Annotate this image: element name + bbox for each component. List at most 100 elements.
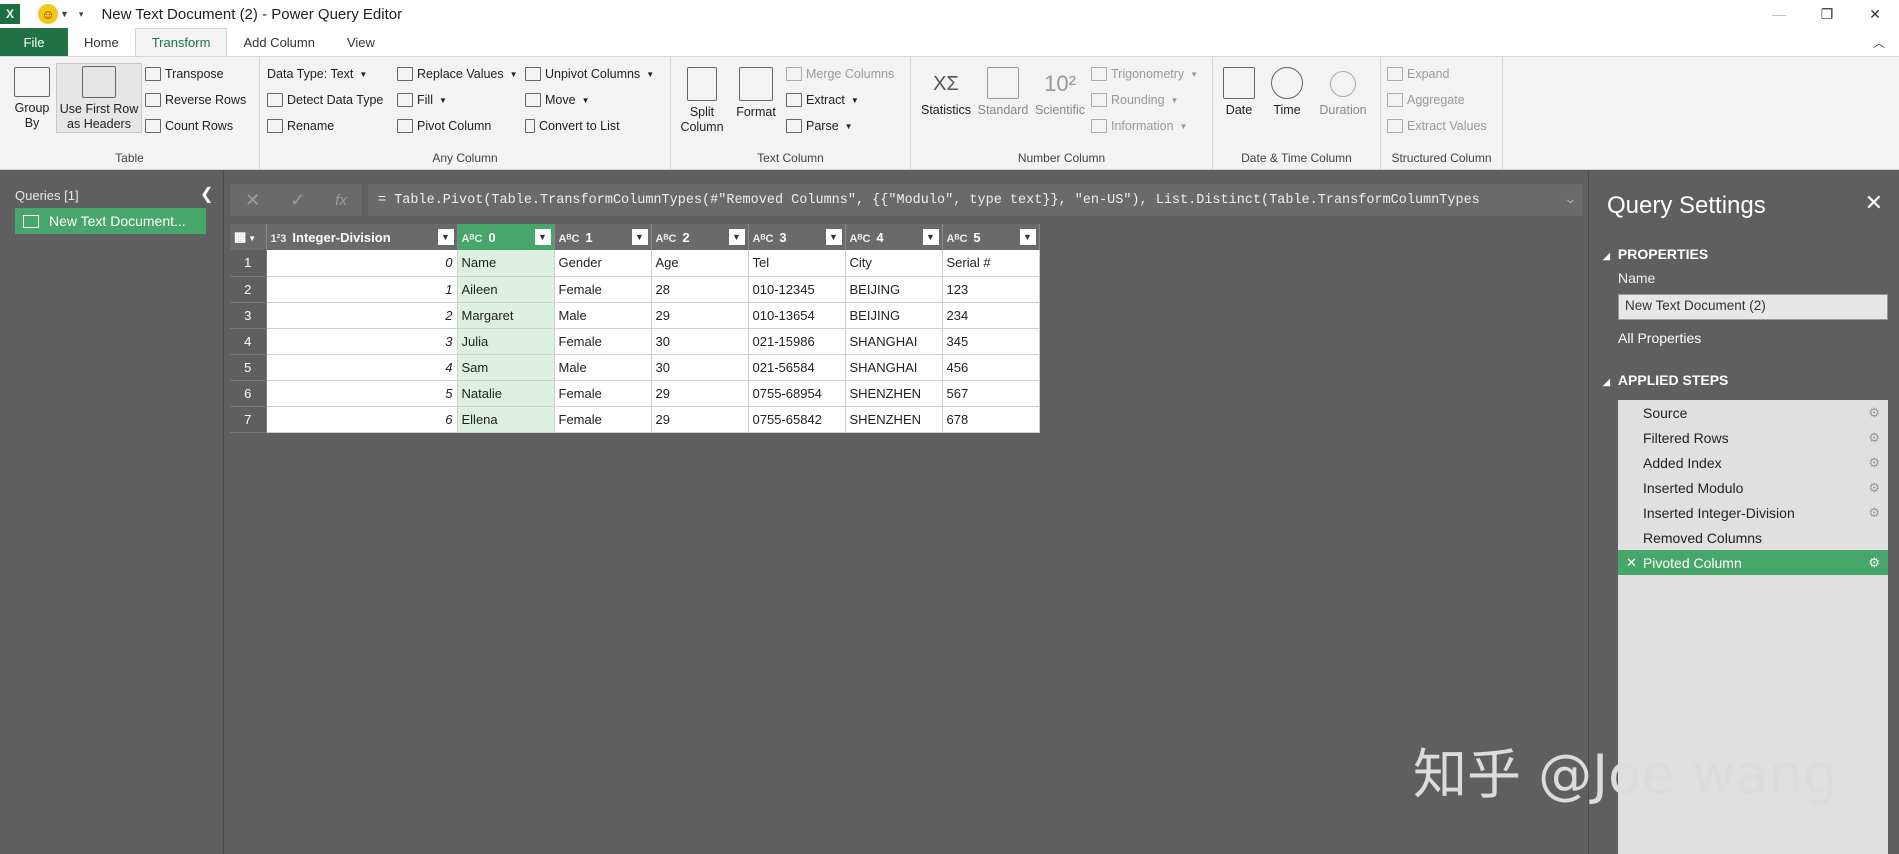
table-cell[interactable]: Serial # (942, 250, 1040, 277)
table-cell[interactable]: 1 (266, 276, 458, 303)
step-item[interactable]: Source ⚙ (1618, 400, 1888, 425)
tab-view[interactable]: View (331, 28, 391, 56)
merge-columns-button[interactable]: Merge Columns (786, 67, 894, 81)
tab-file[interactable]: File (0, 28, 68, 56)
filter-dropdown-icon[interactable]: ▼ (437, 229, 454, 245)
column-header-0[interactable]: AᴮC 0 ▼ (457, 224, 555, 250)
table-cell[interactable]: 123 (942, 276, 1040, 303)
table-cell[interactable]: 30 (651, 328, 749, 355)
table-cell[interactable]: Male (554, 302, 652, 329)
duration-button[interactable]: Duration (1313, 67, 1373, 118)
close-icon[interactable]: ✕ (1865, 190, 1883, 216)
table-cell[interactable]: 2 (266, 302, 458, 329)
gear-icon[interactable]: ⚙ (1868, 455, 1880, 471)
text-type-icon[interactable]: AᴮC (753, 233, 774, 245)
use-first-row-button[interactable]: Use First Row as Headers (56, 63, 142, 133)
text-type-icon[interactable]: AᴮC (462, 233, 483, 245)
query-item[interactable]: New Text Document... (15, 208, 206, 234)
information-button[interactable]: Information ▼ (1091, 119, 1187, 133)
table-cell[interactable]: Female (554, 276, 652, 303)
table-cell[interactable]: 010-12345 (748, 276, 846, 303)
scientific-button[interactable]: 10² Scientific (1031, 65, 1089, 118)
move-button[interactable]: Move ▼ (525, 93, 590, 107)
all-properties-link[interactable]: All Properties (1618, 330, 1701, 346)
table-cell[interactable]: 6 (266, 406, 458, 433)
extract-values-button[interactable]: Extract Values (1387, 119, 1487, 133)
table-cell[interactable]: 456 (942, 354, 1040, 381)
trigonometry-button[interactable]: Trigonometry ▼ (1091, 67, 1198, 81)
table-cell[interactable]: 4 (266, 354, 458, 381)
table-cell[interactable]: Age (651, 250, 749, 277)
confirm-formula-button[interactable]: ✓ (290, 190, 305, 211)
step-item[interactable]: Filtered Rows ⚙ (1618, 425, 1888, 450)
table-cell[interactable]: 234 (942, 302, 1040, 329)
filter-dropdown-icon[interactable]: ▼ (1019, 229, 1036, 245)
count-rows-button[interactable]: Count Rows (145, 119, 233, 133)
table-cell[interactable]: City (845, 250, 943, 277)
step-item[interactable]: Inserted Integer-Division ⚙ (1618, 500, 1888, 525)
data-type-dropdown[interactable]: Data Type: Text ▼ (267, 67, 367, 81)
row-number[interactable]: 2 (230, 276, 267, 303)
table-cell[interactable]: Margaret (457, 302, 555, 329)
gear-icon[interactable]: ⚙ (1868, 555, 1880, 571)
step-item-active[interactable]: ✕ Pivoted Column ⚙ (1618, 550, 1888, 575)
step-item[interactable]: Added Index ⚙ (1618, 450, 1888, 475)
replace-values-button[interactable]: Replace Values ▼ (397, 67, 518, 81)
expand-formula-icon[interactable]: ⌵ (1567, 192, 1574, 207)
restore-button[interactable]: ❐ (1803, 0, 1851, 28)
time-button[interactable]: Time (1265, 67, 1309, 118)
step-item[interactable]: Removed Columns (1618, 525, 1888, 550)
table-cell[interactable]: SHANGHAI (845, 328, 943, 355)
table-cell[interactable]: 0755-65842 (748, 406, 846, 433)
standard-button[interactable]: Standard (975, 67, 1031, 118)
table-cell[interactable]: 0 (266, 250, 458, 277)
filter-dropdown-icon[interactable]: ▼ (534, 229, 551, 245)
column-header-integer-division[interactable]: 1²3 Integer-Division ▼ (266, 224, 458, 250)
table-cell[interactable]: BEIJING (845, 276, 943, 303)
table-cell[interactable]: 0755-68954 (748, 380, 846, 407)
column-header-1[interactable]: AᴮC 1 ▼ (554, 224, 652, 250)
column-header-2[interactable]: AᴮC 2 ▼ (651, 224, 749, 250)
split-column-button[interactable]: Split Column (677, 67, 727, 135)
parse-button[interactable]: Parse ▼ (786, 119, 853, 133)
row-number[interactable]: 4 (230, 328, 267, 355)
chevron-down-icon[interactable]: ▼ (60, 9, 69, 19)
table-cell[interactable]: Male (554, 354, 652, 381)
tab-add-column[interactable]: Add Column (227, 28, 331, 56)
table-cell[interactable]: Female (554, 328, 652, 355)
table-cell[interactable]: 678 (942, 406, 1040, 433)
table-cell[interactable]: 30 (651, 354, 749, 381)
fx-button[interactable]: fx (335, 192, 347, 209)
step-item[interactable]: Inserted Modulo ⚙ (1618, 475, 1888, 500)
table-cell[interactable]: Gender (554, 250, 652, 277)
table-cell[interactable]: 3 (266, 328, 458, 355)
row-number[interactable]: 6 (230, 380, 267, 407)
table-cell[interactable]: Female (554, 380, 652, 407)
applied-steps-section[interactable]: ◢ APPLIED STEPS (1603, 372, 1728, 388)
column-header-4[interactable]: AᴮC 4 ▼ (845, 224, 943, 250)
table-cell[interactable]: Sam (457, 354, 555, 381)
smiley-icon[interactable]: ☺ (38, 4, 58, 24)
filter-dropdown-icon[interactable]: ▼ (631, 229, 648, 245)
text-type-icon[interactable]: AᴮC (850, 233, 871, 245)
table-cell[interactable]: Tel (748, 250, 846, 277)
table-cell[interactable]: Female (554, 406, 652, 433)
extract-button[interactable]: Extract ▼ (786, 93, 859, 107)
whole-number-type-icon[interactable]: 1²3 (271, 233, 287, 245)
aggregate-button[interactable]: Aggregate (1387, 93, 1465, 107)
rounding-button[interactable]: Rounding ▼ (1091, 93, 1178, 107)
minimize-button[interactable]: — (1755, 0, 1803, 28)
pivot-column-button[interactable]: Pivot Column (397, 119, 491, 133)
statistics-button[interactable]: XΣ Statistics (919, 65, 973, 118)
text-type-icon[interactable]: AᴮC (559, 233, 580, 245)
table-cell[interactable]: Julia (457, 328, 555, 355)
gear-icon[interactable]: ⚙ (1868, 505, 1880, 521)
table-menu-icon[interactable]: ▦ ▼ (230, 224, 267, 250)
convert-to-list-button[interactable]: Convert to List (525, 119, 620, 133)
row-number[interactable]: 5 (230, 354, 267, 381)
row-number[interactable]: 3 (230, 302, 267, 329)
collapse-queries-icon[interactable]: ❮ (200, 184, 213, 204)
gear-icon[interactable]: ⚙ (1868, 405, 1880, 421)
table-cell[interactable]: 567 (942, 380, 1040, 407)
table-cell[interactable]: 29 (651, 406, 749, 433)
